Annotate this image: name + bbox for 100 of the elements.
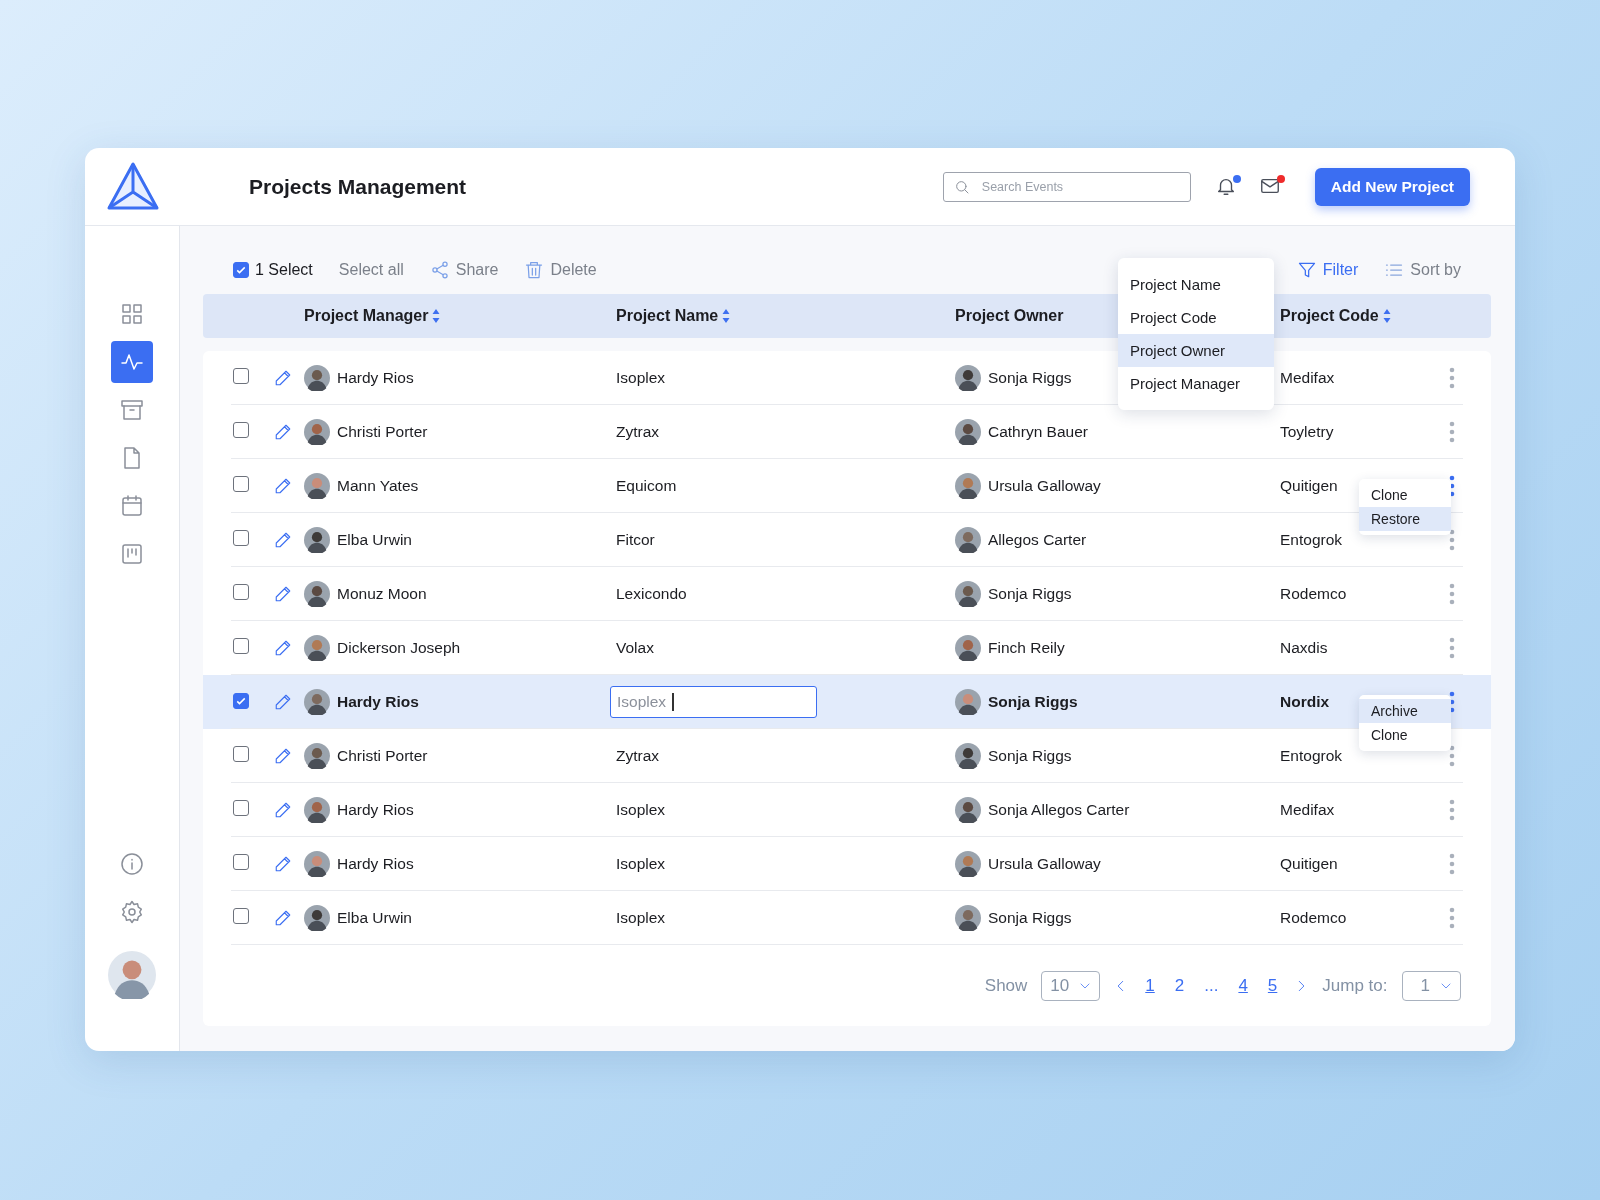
pencil-icon bbox=[274, 639, 292, 657]
share-icon bbox=[429, 260, 450, 280]
checkbox[interactable] bbox=[233, 476, 249, 492]
table-row[interactable]: Dickerson Joseph Volax Finch Reily Naxdis bbox=[203, 621, 1491, 675]
table-cell: Sonja Allegos Carter bbox=[988, 801, 1130, 819]
pencil-icon bbox=[274, 855, 292, 873]
table-cell: Isoplex bbox=[616, 855, 666, 872]
more-icon[interactable] bbox=[1449, 636, 1455, 660]
info-icon bbox=[120, 852, 144, 876]
search-field[interactable]: Search Events bbox=[942, 171, 1191, 202]
more-icon[interactable] bbox=[1449, 852, 1455, 876]
checkbox[interactable] bbox=[233, 908, 249, 924]
table-cell: Hardy Rios bbox=[337, 369, 414, 387]
table-cell: Volax bbox=[616, 639, 654, 656]
avatar bbox=[955, 365, 981, 391]
avatar bbox=[955, 743, 981, 769]
pencil-icon bbox=[274, 531, 292, 549]
table-row[interactable]: Hardy Rios Isoplex Ursula Galloway Quitigen bbox=[203, 837, 1491, 891]
sort-icon[interactable] bbox=[432, 308, 441, 324]
add-project-button[interactable]: Add New Project bbox=[1314, 167, 1470, 206]
page-link[interactable]: 5 bbox=[1264, 975, 1281, 996]
table-cell: Christi Porter bbox=[337, 423, 428, 441]
menu-item[interactable]: Clone bbox=[1359, 483, 1451, 507]
menu-item[interactable]: Project Code bbox=[1118, 301, 1274, 334]
avatar bbox=[304, 527, 330, 553]
more-icon[interactable] bbox=[1449, 528, 1455, 552]
table-cell: Isoplex bbox=[616, 369, 666, 386]
select-all-link[interactable]: Select all bbox=[338, 261, 404, 279]
show-label: Show bbox=[984, 975, 1028, 996]
table-cell: Medifax bbox=[1280, 369, 1335, 386]
checkbox[interactable] bbox=[233, 800, 249, 816]
table-cell: Elba Urwin bbox=[337, 531, 412, 549]
sort-button[interactable]: Sort by bbox=[1384, 260, 1461, 280]
page-link[interactable]: 4 bbox=[1235, 975, 1251, 996]
filter-button[interactable]: Filter bbox=[1296, 260, 1359, 280]
page-link[interactable]: ... bbox=[1201, 975, 1222, 996]
avatar bbox=[955, 419, 981, 445]
pencil-icon bbox=[274, 585, 292, 603]
menu-item[interactable]: Project Owner bbox=[1118, 334, 1274, 367]
table-row[interactable]: Christi Porter Zytrax Cathryn Bauer Toyletry bbox=[203, 405, 1491, 459]
checkbox[interactable] bbox=[233, 693, 249, 709]
table-cell: Finch Reily bbox=[988, 639, 1065, 657]
table-row[interactable]: Hardy Rios Isoplex Sonja Allegos Carter Medifax bbox=[203, 783, 1491, 837]
checkbox[interactable] bbox=[233, 638, 249, 654]
sidebar-item[interactable] bbox=[111, 341, 153, 383]
more-icon[interactable] bbox=[1449, 744, 1455, 768]
delete-button[interactable]: Delete bbox=[524, 260, 597, 280]
menu-item[interactable]: Restore bbox=[1359, 507, 1451, 531]
more-icon[interactable] bbox=[1449, 366, 1455, 390]
avatar bbox=[304, 743, 330, 769]
menu-item[interactable]: Project Name bbox=[1118, 268, 1274, 301]
page-link[interactable]: 2 bbox=[1171, 975, 1188, 996]
checkbox[interactable] bbox=[233, 368, 249, 384]
sort-icon[interactable] bbox=[1382, 308, 1391, 324]
table-cell: Entogrok bbox=[1280, 531, 1343, 548]
table-cell: Naxdis bbox=[1280, 639, 1328, 656]
checkbox[interactable] bbox=[233, 422, 249, 438]
table-cell: Medifax bbox=[1280, 801, 1335, 818]
table-cell: Hardy Rios bbox=[337, 693, 419, 711]
avatar bbox=[955, 473, 981, 499]
more-icon[interactable] bbox=[1449, 582, 1455, 606]
share-button[interactable]: Share bbox=[429, 260, 499, 280]
calendar-icon bbox=[120, 494, 144, 518]
checkbox[interactable] bbox=[233, 530, 249, 546]
avatar bbox=[955, 527, 981, 553]
checkbox[interactable] bbox=[233, 584, 249, 600]
column-header[interactable]: Project Code bbox=[1280, 307, 1379, 325]
avatar bbox=[304, 365, 330, 391]
column-header[interactable]: Project Manager bbox=[304, 307, 429, 325]
table-cell: Nordix bbox=[1280, 693, 1330, 710]
page-link[interactable]: 1 bbox=[1142, 975, 1158, 996]
pencil-icon bbox=[274, 909, 292, 927]
checkbox[interactable] bbox=[233, 262, 249, 278]
table-row[interactable]: Monuz Moon Lexicondo Sonja Riggs Rodemco bbox=[203, 567, 1491, 621]
pencil-icon bbox=[274, 747, 292, 765]
avatar bbox=[955, 797, 981, 823]
table-cell: Sonja Riggs bbox=[988, 909, 1072, 927]
avatar bbox=[304, 851, 330, 877]
avatar bbox=[304, 581, 330, 607]
menu-item[interactable]: Project Manager bbox=[1118, 367, 1274, 400]
sort-icon[interactable] bbox=[722, 308, 731, 324]
column-header[interactable]: Project Name bbox=[616, 307, 719, 325]
logo-icon bbox=[105, 160, 161, 213]
pencil-icon bbox=[274, 693, 292, 711]
checkbox[interactable] bbox=[233, 854, 249, 870]
column-header[interactable]: Project Owner bbox=[955, 307, 1064, 325]
avatar bbox=[108, 951, 156, 999]
more-icon[interactable] bbox=[1449, 906, 1455, 930]
more-icon[interactable] bbox=[1449, 798, 1455, 822]
table-cell: Sonja Riggs bbox=[988, 369, 1072, 387]
table-cell: Isoplex bbox=[616, 801, 666, 818]
table-cell: Rodemco bbox=[1280, 585, 1347, 602]
pencil-icon bbox=[274, 423, 292, 441]
more-icon[interactable] bbox=[1449, 420, 1455, 444]
menu-item[interactable]: Clone bbox=[1359, 723, 1451, 747]
menu-item[interactable]: Archive bbox=[1359, 699, 1451, 723]
avatar bbox=[304, 635, 330, 661]
table-row[interactable]: Elba Urwin Isoplex Sonja Riggs Rodemco bbox=[203, 891, 1491, 945]
checkbox[interactable] bbox=[233, 746, 249, 762]
table-cell: Isoplex bbox=[616, 909, 666, 926]
